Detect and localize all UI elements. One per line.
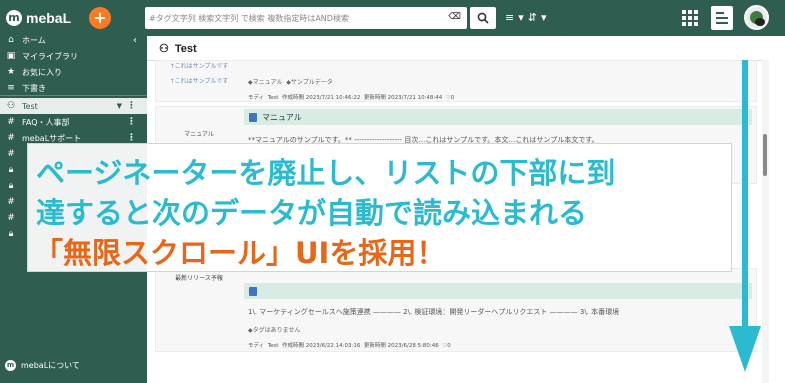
hash-icon: #	[7, 149, 15, 159]
more-options-icon[interactable]: ⋮	[127, 101, 136, 111]
lock-icon: 🔒︎	[8, 165, 14, 175]
thumbnail-text: 最新リリース予報	[175, 275, 223, 282]
sidebar-item-label: Test	[22, 101, 38, 111]
document-icon	[249, 112, 257, 122]
chevron-down-icon[interactable]: ▼	[117, 102, 122, 110]
sidebar-item-faq[interactable]: # FAQ・人事部 ⋮	[0, 114, 147, 130]
group: Test	[267, 343, 279, 349]
sidebar-item-drafts[interactable]: ≡ 下書き	[0, 80, 147, 96]
scrollbar-track[interactable]	[762, 60, 769, 383]
sidebar-item-favorites[interactable]: ★ お気に入り	[0, 64, 147, 80]
collapse-sidebar-icon[interactable]: ‹	[133, 35, 137, 46]
created-time: 作成時間 2023/6/22 14:03:16	[281, 343, 361, 349]
like-count: 0	[450, 95, 455, 101]
sidebar-item-label: ホーム	[22, 35, 46, 45]
avatar[interactable]	[744, 5, 769, 30]
search-box: ⌫	[145, 7, 467, 29]
app-window: m mebaL + ⌫ ≡ ▾ ⇵ ▾	[0, 0, 785, 383]
sidebar-item-test[interactable]: ⚇ Test ▼ ⋮	[0, 98, 147, 114]
author: モディ	[248, 343, 265, 349]
document-list-icon[interactable]	[711, 6, 733, 30]
tag[interactable]: サンプルデータ	[291, 79, 333, 86]
sidebar-divider	[0, 95, 147, 96]
app-logo[interactable]: m mebaL	[6, 9, 71, 27]
apps-grid-icon[interactable]	[682, 10, 698, 26]
item-meta: モディ Test 作成時間 2023/7/21 10:46:22 更新時間 20…	[248, 93, 454, 101]
thumbnail-text: マニュアル	[184, 131, 214, 138]
page-title-text: Test	[174, 42, 197, 55]
like-count: 0	[447, 343, 451, 349]
sidebar-item-label: お気に入り	[22, 67, 62, 77]
home-icon: ⌂	[8, 35, 14, 45]
sidebar-item-label: マイライブラリ	[22, 51, 78, 61]
callout-banner: ページネーターを廃止し、リストの下部に到 達すると次のデータが自動で読み込まれる…	[27, 143, 732, 272]
clear-search-icon[interactable]: ⌫	[448, 12, 461, 22]
hash-icon: #	[7, 197, 15, 207]
item-meta: モディ Test 作成時間 2023/6/22 14:03:16 更新時間 20…	[248, 341, 451, 349]
star-icon: ★	[6, 67, 16, 77]
updated-time: 更新時間 2023/7/21 10:48:44	[363, 95, 443, 101]
document-icon	[249, 286, 257, 296]
sidebar-item-label: mebaLサポート	[22, 133, 82, 143]
page-title: ⚇ Test	[159, 42, 197, 56]
list-item[interactable]: 最新リリース予報 1\. マーケティングセールスへ施策連携 ———— 2\. 検…	[155, 268, 757, 352]
author: モディ	[248, 95, 265, 101]
draft-icon: ≡	[7, 83, 15, 93]
app-name: mebaL	[26, 10, 72, 26]
tag: タグはありません	[252, 327, 301, 334]
tag[interactable]: マニュアル	[253, 79, 283, 86]
sidebar-item-label: FAQ・人事部	[22, 117, 70, 127]
item-title[interactable]	[244, 283, 752, 299]
sidebar-item-label: 下書き	[22, 83, 46, 93]
thumbnail: ↑これはサンプルです ↑これはサンプルです	[156, 61, 242, 101]
sidebar-item-library[interactable]: ▣ マイライブラリ	[0, 48, 147, 64]
callout-line-2: 達すると次のデータが自動で読み込まれる	[36, 196, 588, 230]
search-button[interactable]	[470, 7, 496, 29]
thumbnail: 最新リリース予報	[156, 269, 242, 351]
top-bar: m mebaL + ⌫ ≡ ▾ ⇵ ▾	[0, 0, 785, 36]
hash-icon: #	[7, 117, 15, 127]
item-title[interactable]: マニュアル	[244, 109, 752, 125]
item-excerpt: 1\. マーケティングセールスへ施策連携 ———— 2\. 検証環境：開発リーダ…	[248, 308, 620, 316]
hash-icon: #	[7, 213, 15, 223]
logo-mark-icon: m	[6, 10, 22, 26]
about-link[interactable]: m mebaLについて	[5, 360, 80, 371]
callout-line-1: ページネーターを廃止し、リストの下部に到	[36, 156, 616, 190]
thumbnail-text: ↑これはサンプルです	[169, 78, 229, 85]
tag-list: ◆タグはありません	[248, 325, 300, 334]
sort-controls: ≡ ▾ ⇵ ▾	[505, 11, 547, 24]
item-title-text: マニュアル	[262, 112, 302, 122]
lock-icon: 🔒︎	[8, 181, 14, 191]
list-item[interactable]: ↑これはサンプルです ↑これはサンプルです ◆マニュアル ◆サンプルデータ モデ…	[155, 60, 757, 102]
group: Test	[267, 95, 279, 101]
filter-icon[interactable]: ≡	[505, 11, 514, 24]
lock-icon: 🔒︎	[8, 229, 14, 239]
updated-time: 更新時間 2023/6/28 5:80:46	[363, 343, 439, 349]
search-icon	[477, 12, 489, 24]
created-time: 作成時間 2023/7/21 10:46:22	[281, 95, 361, 101]
chevron-down-icon[interactable]: ▾	[518, 11, 524, 24]
sidebar-item-home[interactable]: ⌂ ホーム ‹	[0, 32, 147, 48]
scrollbar-thumb[interactable]	[763, 134, 767, 176]
hash-icon: #	[7, 133, 15, 143]
more-options-icon[interactable]: ⋮	[127, 117, 136, 127]
logo-mark-icon: m	[5, 360, 16, 371]
scroll-down-arrow-icon	[742, 60, 748, 328]
search-input[interactable]	[149, 11, 439, 25]
thumbnail-text: ↑これはサンプルです	[169, 63, 229, 70]
group-icon: ⚇	[6, 101, 16, 111]
new-post-button[interactable]: +	[89, 7, 111, 29]
arrow-head-icon	[729, 326, 761, 372]
about-label: mebaLについて	[21, 361, 80, 370]
sort-icon[interactable]: ⇵	[528, 11, 537, 24]
tag-list: ◆マニュアル ◆サンプルデータ	[248, 77, 333, 86]
callout-line-3: 「無限スクロール」UIを採用！	[34, 236, 446, 270]
chevron-down-icon[interactable]: ▾	[541, 11, 547, 24]
more-options-icon[interactable]: ⋮	[127, 133, 136, 143]
group-icon: ⚇	[159, 43, 169, 55]
library-icon: ▣	[6, 51, 16, 61]
